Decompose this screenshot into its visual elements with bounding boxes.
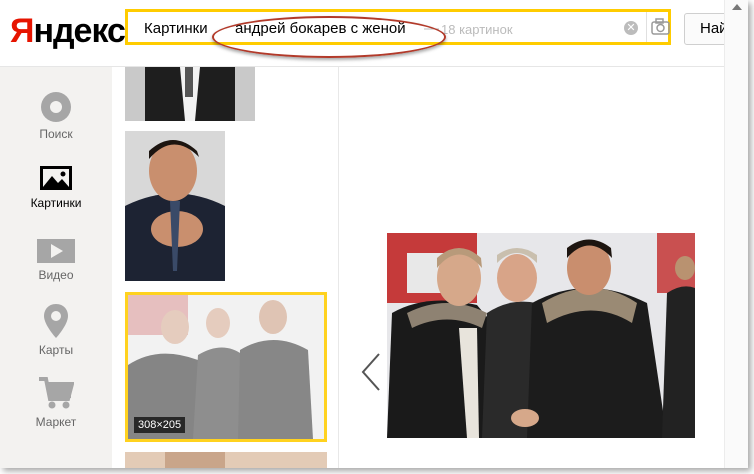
logo-rest: ндекс [33, 12, 126, 50]
search-result-count: 18 картинок [441, 22, 513, 37]
scrollbar[interactable] [724, 0, 748, 468]
nav-item-images[interactable]: Картинки [0, 164, 112, 210]
thumbnail-image[interactable] [125, 67, 255, 121]
thumbnail-image[interactable] [125, 131, 225, 281]
thumbnail-column: 308×205 [112, 67, 339, 468]
nav-label-market: Маркет [35, 415, 77, 429]
thumbnail-photo [125, 67, 255, 121]
previous-arrow-icon[interactable] [360, 352, 382, 392]
cart-icon [39, 377, 74, 409]
thumbnail-image[interactable] [125, 452, 327, 468]
nav-item-maps[interactable]: Карты [0, 303, 112, 357]
video-icon [37, 239, 75, 263]
nav-label-video: Видео [38, 268, 74, 282]
nav-label-search: Поиск [39, 127, 73, 141]
yandex-logo[interactable]: Яндекс [10, 12, 126, 51]
search-service-prefix: Картинки [144, 20, 208, 37]
nav-label-maps: Карты [38, 343, 74, 357]
nav-item-market[interactable]: Маркет [0, 375, 112, 429]
map-pin-icon [44, 304, 68, 338]
search-icon [41, 92, 71, 122]
thumbnail-photo [125, 131, 225, 281]
main-image[interactable] [387, 233, 695, 438]
annotation-oval [212, 16, 446, 58]
camera-search-button[interactable] [646, 12, 673, 42]
images-icon [40, 166, 72, 190]
image-size-badge: 308×205 [134, 417, 186, 433]
clear-icon[interactable]: ✕ [624, 21, 638, 35]
main-photo [387, 233, 695, 438]
camera-icon [651, 18, 670, 35]
services-nav: Поиск Картинки Видео Карты Маркет [0, 67, 112, 468]
nav-item-search[interactable]: Поиск [0, 91, 112, 141]
browser-frame: Яндекс Картинки андрей бокарев с женой —… [0, 0, 748, 468]
scroll-up-icon[interactable] [732, 4, 742, 10]
image-viewer [339, 67, 724, 468]
nav-label-images: Картинки [30, 196, 82, 210]
selected-thumbnail[interactable]: 308×205 [125, 292, 327, 442]
thumbnail-photo [125, 452, 327, 468]
nav-item-video[interactable]: Видео [0, 238, 112, 282]
logo-first-letter: Я [10, 12, 34, 50]
